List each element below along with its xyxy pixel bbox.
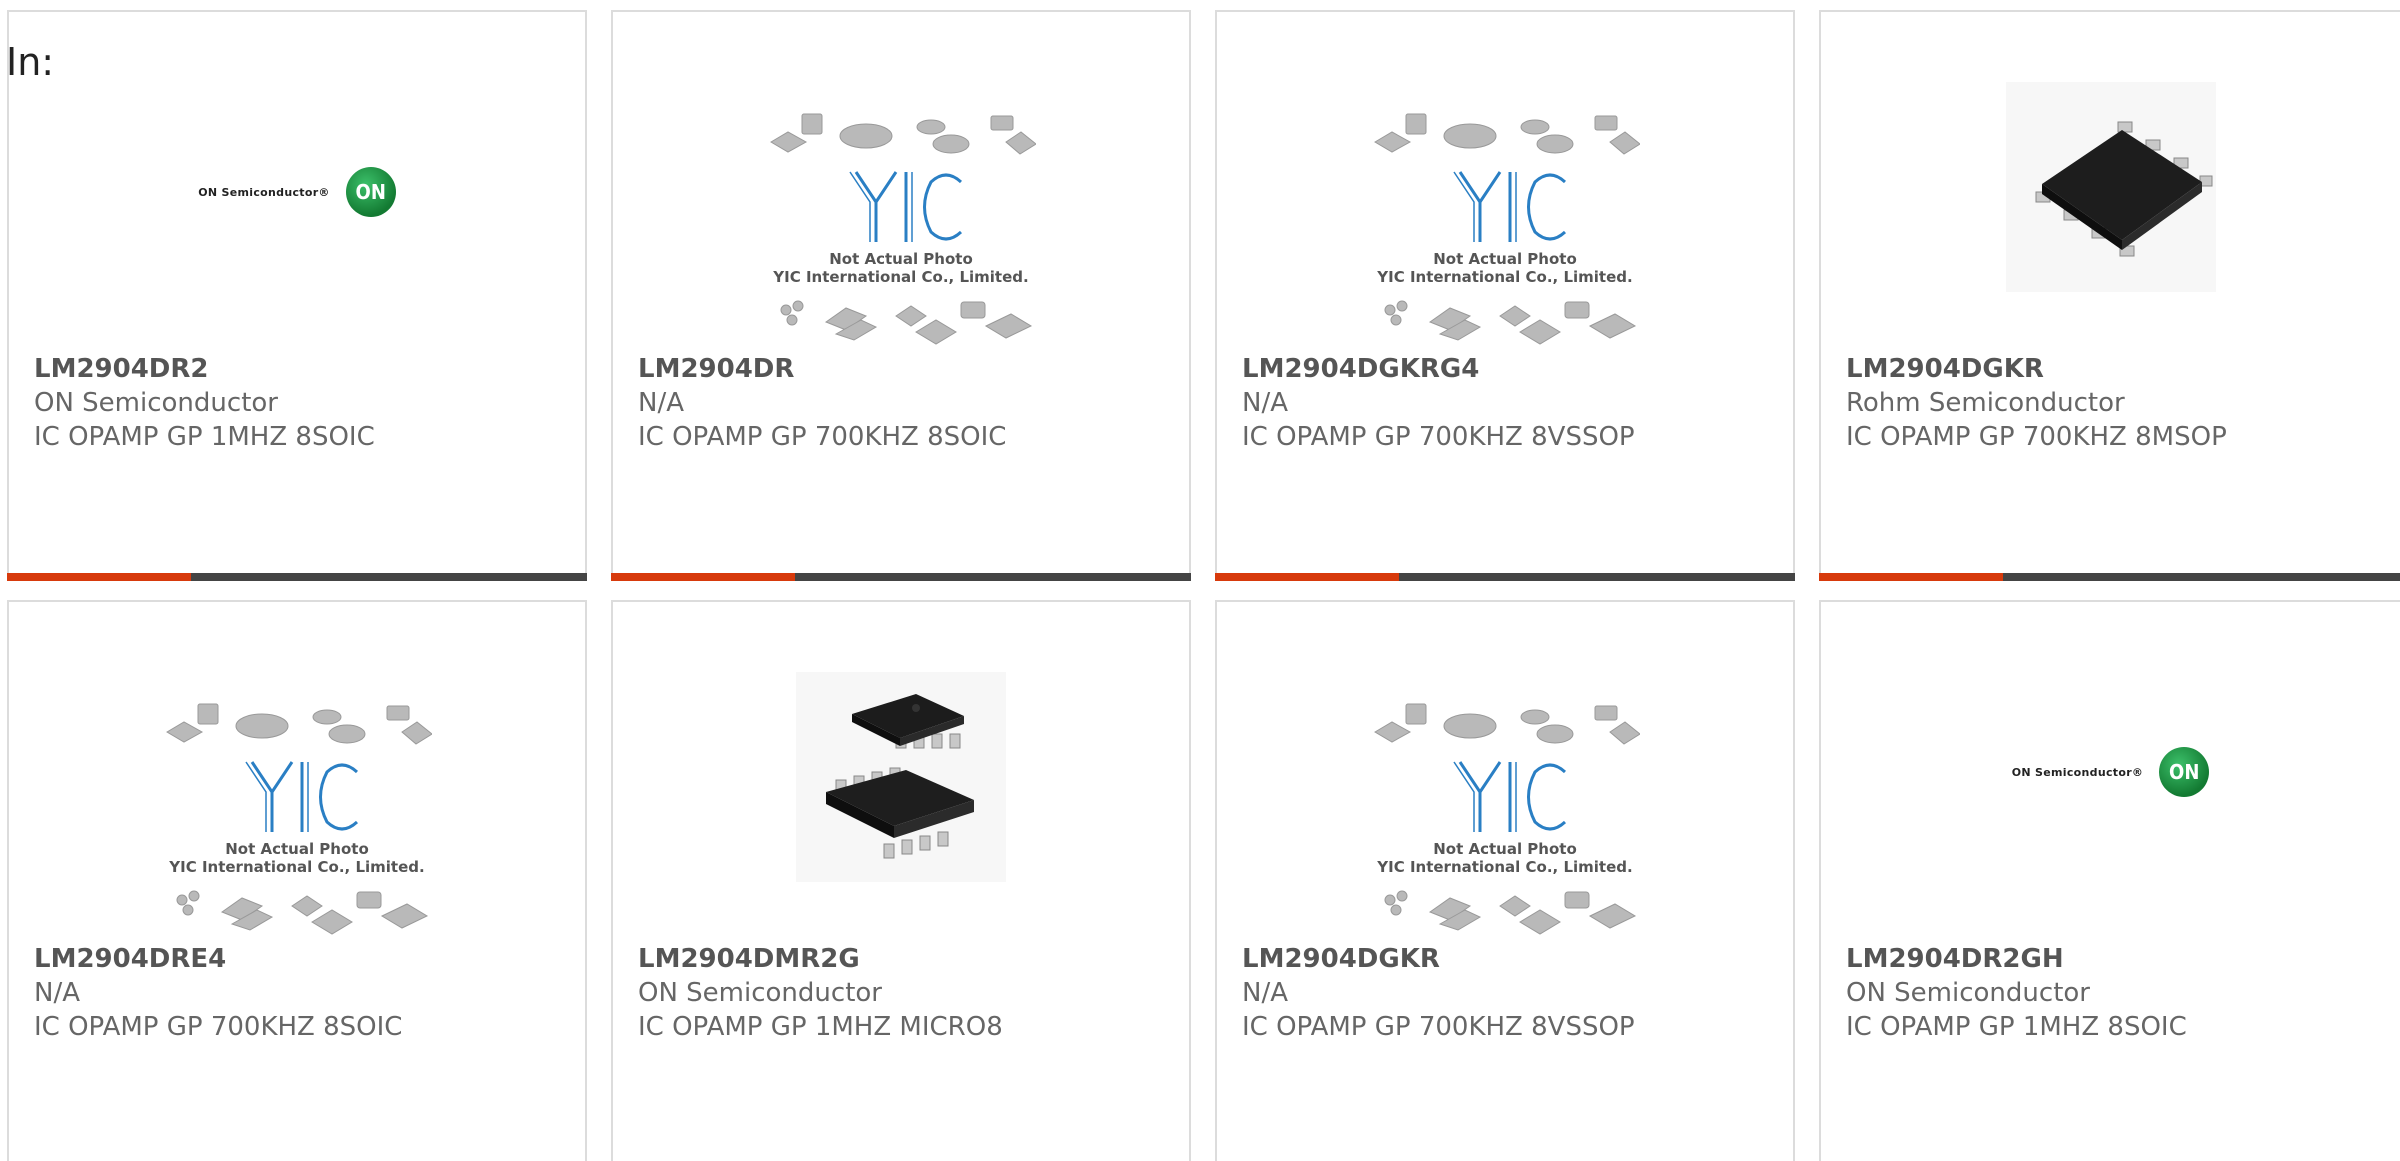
part-number[interactable]: LM2904DR2 bbox=[34, 352, 375, 386]
description: IC OPAMP GP 700KHZ 8SOIC bbox=[34, 1012, 403, 1042]
part-number[interactable]: LM2904DGKRG4 bbox=[1242, 352, 1635, 386]
on-semiconductor-wordmark: ON Semiconductor® bbox=[198, 185, 330, 199]
product-image: Not Actual Photo YIC International Co., … bbox=[9, 692, 585, 942]
yic-placeholder-image: Not Actual Photo YIC International Co., … bbox=[166, 703, 432, 935]
yic-placeholder-image: Not Actual Photo YIC International Co., … bbox=[1374, 703, 1640, 935]
manufacturer: ON Semiconductor bbox=[638, 978, 882, 1008]
on-semiconductor-wordmark: ON Semiconductor® bbox=[2011, 765, 2144, 779]
description: IC OPAMP GP 700KHZ 8SOIC bbox=[638, 422, 1007, 452]
product-image: Not Actual Photo YIC International Co., … bbox=[613, 102, 1189, 352]
on-semiconductor-logo-icon: ON bbox=[345, 167, 396, 217]
placeholder-line-1: Not Actual Photo bbox=[1433, 250, 1577, 268]
part-number[interactable]: LM2904DR bbox=[638, 352, 1006, 386]
product-image: ON Semiconductor® ON bbox=[1821, 722, 2400, 822]
product-card[interactable]: Not Actual Photo YIC International Co., … bbox=[1215, 10, 1795, 581]
placeholder-line-1: Not Actual Photo bbox=[1433, 840, 1577, 858]
product-card[interactable]: LM2904DGKR Rohm Semiconductor IC OPAMP G… bbox=[1819, 10, 2400, 581]
micro8-chip-image bbox=[796, 672, 1006, 882]
part-number[interactable]: LM2904DRE4 bbox=[34, 942, 402, 976]
placeholder-line-1: Not Actual Photo bbox=[829, 250, 973, 268]
part-number[interactable]: LM2904DR2GH bbox=[1846, 942, 2187, 976]
card-footer-bar bbox=[1819, 573, 2400, 581]
manufacturer: Rohm Semiconductor bbox=[1846, 388, 2125, 418]
manufacturer: N/A bbox=[638, 388, 684, 418]
yic-placeholder-image: Not Actual Photo YIC International Co., … bbox=[770, 113, 1036, 345]
product-image bbox=[613, 672, 1189, 882]
part-number[interactable]: LM2904DMR2G bbox=[638, 942, 1003, 976]
manufacturer: N/A bbox=[34, 978, 80, 1008]
card-footer-bar bbox=[7, 573, 587, 581]
product-image: Not Actual Photo YIC International Co., … bbox=[1217, 102, 1793, 352]
placeholder-line-2: YIC International Co., Limited. bbox=[169, 858, 425, 876]
manufacturer: N/A bbox=[1242, 388, 1288, 418]
part-number[interactable]: LM2904DGKR bbox=[1846, 352, 2227, 386]
yic-placeholder-image: Not Actual Photo YIC International Co., … bbox=[1374, 113, 1640, 345]
placeholder-line-1: Not Actual Photo bbox=[225, 840, 369, 858]
description: IC OPAMP GP 700KHZ 8MSOP bbox=[1846, 422, 2227, 452]
card-footer-bar bbox=[611, 573, 1191, 581]
product-card[interactable]: Not Actual Photo YIC International Co., … bbox=[1215, 600, 1795, 1161]
description: IC OPAMP GP 700KHZ 8VSSOP bbox=[1242, 1012, 1635, 1042]
card-footer-bar bbox=[1215, 573, 1795, 581]
part-number[interactable]: LM2904DGKR bbox=[1242, 942, 1635, 976]
product-card[interactable]: LM2904DMR2G ON Semiconductor IC OPAMP GP… bbox=[611, 600, 1191, 1161]
description: IC OPAMP GP 1MHZ 8SOIC bbox=[34, 422, 375, 452]
description: IC OPAMP GP 1MHZ MICRO8 bbox=[638, 1012, 1003, 1042]
description: IC OPAMP GP 700KHZ 8VSSOP bbox=[1242, 422, 1635, 452]
product-card[interactable]: ON Semiconductor® ON LM2904DR2 ON Semico… bbox=[7, 10, 587, 581]
product-image bbox=[1821, 82, 2400, 292]
product-card[interactable]: Not Actual Photo YIC International Co., … bbox=[611, 10, 1191, 581]
filter-label: In: bbox=[6, 40, 55, 84]
product-grid-page: In: ON Semiconductor® ON LM2904DR2 ON Se… bbox=[0, 0, 2400, 1161]
manufacturer: ON Semiconductor bbox=[1846, 978, 2090, 1008]
placeholder-line-2: YIC International Co., Limited. bbox=[773, 268, 1029, 286]
product-image: ON Semiconductor® ON bbox=[9, 142, 585, 242]
placeholder-line-2: YIC International Co., Limited. bbox=[1377, 268, 1633, 286]
product-image: Not Actual Photo YIC International Co., … bbox=[1217, 692, 1793, 942]
description: IC OPAMP GP 1MHZ 8SOIC bbox=[1846, 1012, 2187, 1042]
manufacturer: ON Semiconductor bbox=[34, 388, 278, 418]
manufacturer: N/A bbox=[1242, 978, 1288, 1008]
product-card[interactable]: Not Actual Photo YIC International Co., … bbox=[7, 600, 587, 1161]
product-card[interactable]: ON Semiconductor® ON LM2904DR2GH ON Semi… bbox=[1819, 600, 2400, 1161]
placeholder-line-2: YIC International Co., Limited. bbox=[1377, 858, 1633, 876]
soic-chip-image bbox=[2005, 82, 2216, 292]
on-semiconductor-logo-icon: ON bbox=[2159, 747, 2210, 797]
